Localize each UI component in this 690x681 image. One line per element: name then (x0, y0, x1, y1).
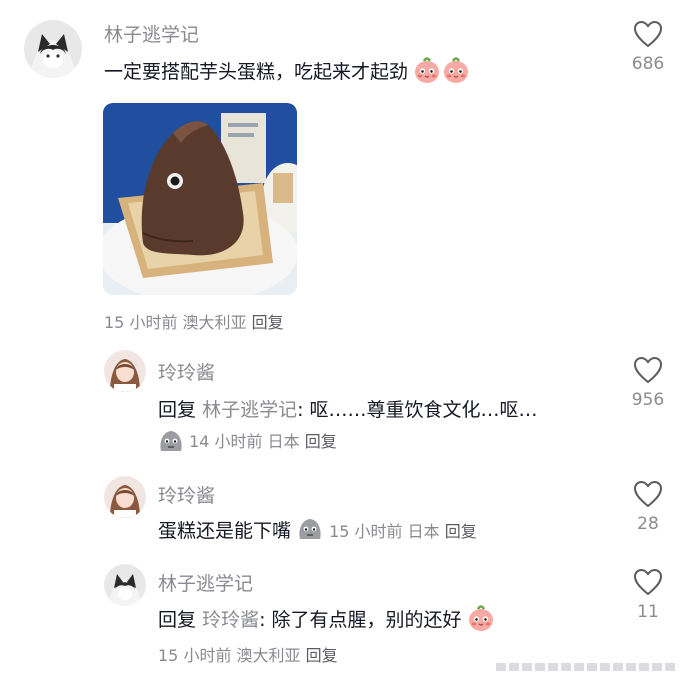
reply-mention[interactable]: 玲玲酱 (202, 609, 259, 631)
comment-text: 回复 林子逃学记: 呕……尊重饮食文化…呕… (158, 395, 538, 422)
comment-body: 蛋糕还是能下嘴 (158, 520, 292, 542)
like-count: 686 (631, 54, 665, 74)
comment-username[interactable]: 林子逃学记 (104, 20, 199, 47)
heart-icon (633, 356, 663, 388)
comment-time: 15 小时前 (158, 646, 232, 665)
like-button[interactable]: 686 (618, 20, 678, 74)
heart-icon (633, 480, 663, 512)
reply-button[interactable]: 回复 (252, 313, 284, 332)
comment-meta: 15 小时前 澳大利亚 回复 (158, 642, 338, 666)
gray-blob-emoji (158, 429, 184, 457)
blush-peach-emoji (414, 55, 470, 90)
comment-image[interactable] (103, 103, 297, 295)
reply-mention[interactable]: 林子逃学记 (202, 399, 297, 421)
comment-location: 日本 (267, 432, 300, 451)
blush-peach-emoji (468, 603, 495, 638)
like-count: 11 (637, 602, 659, 622)
comment-location: 日本 (407, 522, 440, 541)
comment-location: 澳大利亚 (182, 313, 247, 332)
comment-body: 一定要搭配芋头蛋糕，吃起来才起劲 (104, 61, 409, 83)
reply-button[interactable]: 回复 (305, 432, 337, 451)
comment-text: 蛋糕还是能下嘴 15 小时前 日本 回复 (158, 516, 477, 546)
comment-body: : 呕……尊重饮食文化…呕… (297, 399, 538, 421)
avatar[interactable] (104, 564, 146, 606)
comment-time: 15 小时前 (329, 522, 403, 541)
like-count: 956 (631, 390, 665, 410)
comment-time: 14 小时前 (189, 432, 263, 451)
comment-text: 一定要搭配芋头蛋糕，吃起来才起劲 (104, 55, 470, 90)
like-button[interactable]: 956 (618, 356, 678, 410)
reply-button[interactable]: 回复 (306, 646, 338, 665)
comment-username[interactable]: 玲玲酱 (158, 358, 215, 385)
comment-time: 15 小时前 (104, 313, 178, 332)
gray-blob-emoji (297, 517, 323, 546)
comment-meta: 14 小时前 日本 回复 (158, 428, 337, 457)
avatar[interactable] (104, 476, 146, 518)
comment-location: 澳大利亚 (236, 646, 301, 665)
comment-meta: 15 小时前 日本 回复 (329, 522, 477, 541)
watermark (496, 658, 680, 671)
heart-icon (633, 568, 663, 600)
reply-prefix: 回复 (158, 399, 197, 421)
like-count: 28 (637, 514, 659, 534)
comment-body: : 除了有点腥，别的还好 (259, 609, 462, 631)
avatar[interactable] (104, 350, 146, 392)
like-button[interactable]: 28 (618, 480, 678, 534)
comment-text: 回复 玲玲酱: 除了有点腥，别的还好 (158, 603, 495, 638)
like-button[interactable]: 11 (618, 568, 678, 622)
comment-username[interactable]: 玲玲酱 (158, 481, 215, 508)
avatar[interactable] (24, 20, 82, 78)
heart-icon (633, 20, 663, 52)
comment-username[interactable]: 林子逃学记 (158, 569, 253, 596)
comment-meta: 15 小时前 澳大利亚 回复 (104, 309, 284, 333)
reply-button[interactable]: 回复 (445, 522, 477, 541)
reply-prefix: 回复 (158, 609, 197, 631)
